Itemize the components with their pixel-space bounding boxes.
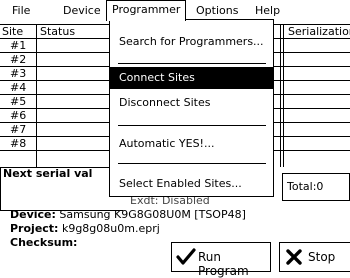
site-number: #4 xyxy=(10,81,27,94)
project-info: Project: k9g8g08u0m.eprj xyxy=(10,222,160,235)
run-program-label: Run Program xyxy=(198,250,249,278)
stop-label: Stop xyxy=(308,250,336,264)
menu-item-label: Select Enabled Sites... xyxy=(119,177,242,190)
checksum-label: Checksum: xyxy=(10,236,78,249)
site-number: #1 xyxy=(10,39,27,52)
site-number: #7 xyxy=(10,123,27,136)
menu-item-search-programmers[interactable]: Search for Programmers... xyxy=(110,31,273,53)
menu-item-label: Connect Sites xyxy=(119,71,195,84)
run-program-button[interactable]: Run Program xyxy=(171,242,271,278)
menu-help[interactable]: Help xyxy=(255,4,280,18)
menu-item-connect-sites[interactable]: Connect Sites xyxy=(110,67,273,89)
menu-item-label: Search for Programmers... xyxy=(119,35,264,48)
column-header-site: Site xyxy=(2,25,24,38)
site-number: #2 xyxy=(10,53,27,66)
menu-item-label: Disconnect Sites xyxy=(119,96,211,109)
programmer-menu: Search for Programmers... Connect Sites … xyxy=(109,19,274,197)
device-value: Samsung K9G8G08U0M [TSOP48] xyxy=(59,208,246,221)
menu-item-disconnect-sites[interactable]: Disconnect Sites xyxy=(110,92,273,114)
column-header-status: Status xyxy=(40,25,76,38)
menu-separator xyxy=(118,63,266,64)
next-serial-title: Next serial val xyxy=(3,167,93,180)
project-label: Project: xyxy=(10,222,59,235)
stop-button[interactable]: Stop xyxy=(279,242,350,272)
project-value: k9g8g08u0m.eprj xyxy=(61,222,160,235)
menu-device[interactable]: Device xyxy=(63,4,101,18)
next-serial-group: Next serial val xyxy=(0,167,123,211)
menu-programmer[interactable]: Programmer xyxy=(106,0,187,21)
menu-options[interactable]: Options xyxy=(196,4,238,18)
menu-item-label: Automatic YES!... xyxy=(119,137,215,150)
site-number: #8 xyxy=(10,137,27,150)
menu-item-automatic-yes[interactable]: Automatic YES!... xyxy=(110,133,273,155)
menu-separator xyxy=(118,163,266,164)
site-number: #5 xyxy=(10,95,27,108)
site-number: #6 xyxy=(10,109,27,122)
device-info: Device: Samsung K9G8G08U0M [TSOP48] xyxy=(10,208,246,221)
total-counter: Total:0 xyxy=(282,173,350,201)
device-label: Device: xyxy=(10,208,56,221)
column-header-serialization: Serialization xyxy=(288,25,350,38)
checkmark-icon xyxy=(176,248,196,265)
menu-bar: File Device Programmer Options Help xyxy=(0,0,350,22)
menu-separator xyxy=(118,125,266,126)
menu-item-select-enabled-sites[interactable]: Select Enabled Sites... xyxy=(110,173,273,195)
checksum-info: Checksum: xyxy=(10,236,77,249)
total-label: Total:0 xyxy=(287,180,324,193)
x-stop-icon xyxy=(286,249,302,265)
menu-file[interactable]: File xyxy=(12,4,30,18)
site-number: #3 xyxy=(10,67,27,80)
